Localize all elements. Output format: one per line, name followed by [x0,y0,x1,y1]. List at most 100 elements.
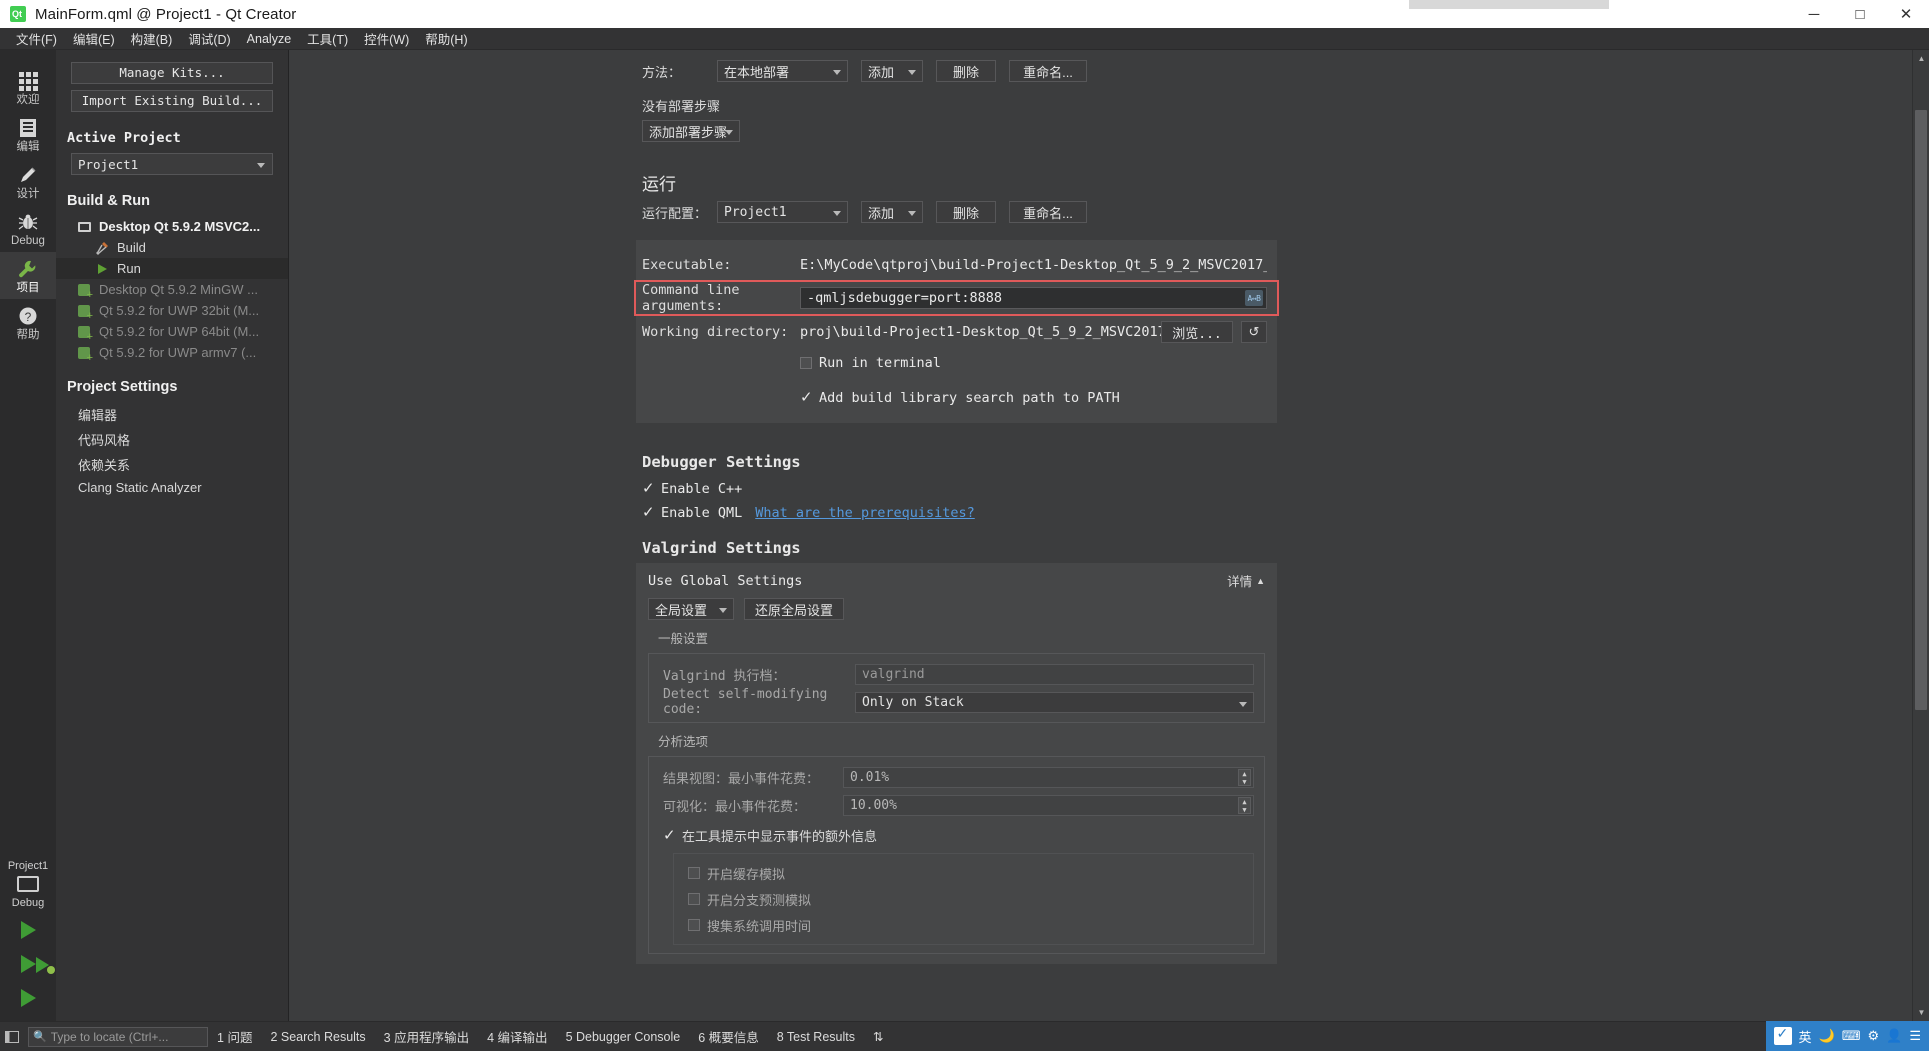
mode-edit[interactable]: 编辑 [0,111,56,158]
settings-icon[interactable]: ☰ [1909,1028,1921,1044]
scroll-up-icon[interactable]: ▲ [1913,50,1929,67]
menu-edit[interactable]: 编辑(E) [65,27,123,50]
detect-smc-combo[interactable]: Only on Stack [855,691,1254,713]
import-existing-build-button[interactable]: Import Existing Build... [71,90,273,112]
cache-simulation-row[interactable]: 开启缓存模拟 [688,862,1243,884]
menu-build[interactable]: 构建(B) [123,27,181,50]
tooltip-extra-info-checkbox[interactable] [663,826,676,844]
run-in-terminal-checkbox[interactable] [800,357,812,369]
reset-icon[interactable]: ↺ [1241,321,1267,343]
run-button[interactable] [20,921,36,939]
sidebar-kit-mingw[interactable]: Desktop Qt 5.9.2 MinGW ... [56,279,288,301]
run-rename-button[interactable]: 重命名... [1009,201,1087,223]
menu-analyze[interactable]: Analyze [239,30,299,48]
run-add-button[interactable]: 添加 [861,201,923,223]
maximize-button[interactable]: □ [1837,0,1883,28]
menu-help[interactable]: 帮助(H) [417,27,475,50]
sidebar-kit-uwparmv7-label: Qt 5.9.2 for UWP armv7 (... [99,345,257,360]
monitor-icon[interactable] [17,876,39,892]
menu-tools[interactable]: 工具(T) [299,27,356,50]
sidebar-item-code-style[interactable]: 代码风格 [56,427,288,452]
restore-global-settings-button[interactable]: 还原全局设置 [744,598,845,620]
output-pane-problems[interactable]: 1 问题 [208,1027,261,1046]
build-button[interactable] [20,989,36,1007]
output-pane-test-results[interactable]: 8 Test Results [768,1030,864,1044]
branch-prediction-row[interactable]: 开启分支预测模拟 [688,888,1243,910]
spinner-arrows-icon[interactable]: ▲ ▼ [1238,768,1251,786]
browse-button[interactable]: 浏览... [1161,321,1233,343]
moon-icon[interactable]: 🌙 [1819,1028,1835,1044]
sidebar-item-run[interactable]: Run [56,258,288,279]
add-build-library-path-checkbox[interactable] [800,388,813,406]
sidebar-item-build[interactable]: Build [56,237,288,258]
deploy-rename-button[interactable]: 重命名... [1009,60,1087,82]
locator-input[interactable]: 🔍 Type to locate (Ctrl+... [28,1026,208,1047]
valgrind-details-toggle[interactable]: 详情 ▲ [1227,571,1265,590]
menu-file[interactable]: 文件(F) [8,27,65,50]
variable-chooser-icon[interactable]: A↔B [1245,290,1263,306]
sidebar-item-editor[interactable]: 编辑器 [56,402,288,427]
keyboard-icon[interactable]: ⌨ [1842,1028,1861,1044]
mode-projects[interactable]: 项目 [0,252,56,299]
sidebar-item-clang-static-analyzer[interactable]: Clang Static Analyzer [56,477,288,498]
menu-debug[interactable]: 调试(D) [180,27,238,50]
run-add-label: 添加 [868,205,895,221]
ime-label[interactable]: 英 [1799,1027,1812,1046]
enable-cpp-row[interactable]: Enable C++ [642,479,1912,497]
enable-qml-checkbox[interactable] [642,503,655,521]
syscall-time-row[interactable]: 搜集系统调用时间 [688,914,1243,936]
branch-prediction-checkbox[interactable] [688,893,700,905]
output-pane-debugger-console[interactable]: 5 Debugger Console [557,1030,690,1044]
sidebar-kit-uwparmv7[interactable]: Qt 5.9.2 for UWP armv7 (... [56,342,288,364]
qt-icon [10,6,26,22]
mode-help[interactable]: ? 帮助 [0,299,56,346]
cache-simulation-checkbox[interactable] [688,867,700,879]
chevron-down-icon [257,163,265,168]
mode-welcome[interactable]: 欢迎 [0,64,56,111]
manage-kits-button[interactable]: Manage Kits... [71,62,273,84]
valgrind-executable-input[interactable]: valgrind [855,663,1254,685]
enable-qml-row[interactable]: Enable QML What are the prerequisites? [642,503,1912,521]
add-deploy-step-button[interactable]: 添加部署步骤 [642,120,740,142]
mode-debug[interactable]: Debug [0,205,56,252]
deploy-add-button[interactable]: 添加 [861,60,923,82]
scrollbar-thumb[interactable] [1915,110,1927,710]
run-config-combo[interactable]: Project1 [717,201,848,223]
run-in-terminal-row[interactable]: Run in terminal [636,350,1277,376]
output-pane-more-icon[interactable]: ⇅ [864,1029,892,1044]
menu-window[interactable]: 控件(W) [356,27,417,50]
spinner-arrows-icon[interactable]: ▲ ▼ [1238,796,1251,814]
mode-design[interactable]: 设计 [0,158,56,205]
visualize-min-cost-spinner[interactable]: 10.00% ▲ ▼ [843,794,1254,816]
enable-cpp-checkbox[interactable] [642,479,655,497]
chevron-down-icon [908,211,916,216]
result-view-min-cost-spinner[interactable]: 0.01% ▲ ▼ [843,766,1254,788]
debug-run-button[interactable] [20,955,55,974]
tools-icon[interactable]: ⚙ [1868,1028,1880,1044]
user-icon[interactable]: 👤 [1886,1028,1902,1044]
sidebar-toggle-icon[interactable] [0,1030,24,1043]
sidebar-kit-uwp32[interactable]: Qt 5.9.2 for UWP 32bit (M... [56,300,288,322]
valgrind-scope-combo[interactable]: 全局设置 [648,598,734,620]
active-project-combo[interactable]: Project1 [71,153,273,175]
tooltip-extra-info-row[interactable]: 在工具提示中显示事件的额外信息 [663,826,1254,845]
main-vertical-scrollbar[interactable]: ▲ ▼ [1912,50,1929,1021]
run-remove-button[interactable]: 删除 [936,201,996,223]
output-pane-compile-output[interactable]: 4 编译输出 [478,1027,556,1046]
sidebar-item-dependencies[interactable]: 依赖关系 [56,452,288,477]
close-button[interactable]: ✕ [1883,0,1929,28]
add-build-library-path-row[interactable]: Add build library search path to PATH [636,385,1277,411]
output-pane-app-output[interactable]: 3 应用程序输出 [375,1027,478,1046]
command-line-arguments-input[interactable]: -qmljsdebugger=port:8888 A↔B [800,287,1267,309]
deploy-method-combo[interactable]: 在本地部署 [717,60,848,82]
output-pane-search-results[interactable]: 2 Search Results [261,1030,374,1044]
tray-check-icon[interactable] [1773,1025,1792,1045]
sidebar-kit-uwp64[interactable]: Qt 5.9.2 for UWP 64bit (M... [56,321,288,343]
scroll-down-icon[interactable]: ▼ [1913,1004,1929,1021]
output-pane-general-messages[interactable]: 6 概要信息 [689,1027,767,1046]
prerequisites-link[interactable]: What are the prerequisites? [755,505,974,521]
deploy-remove-button[interactable]: 删除 [936,60,996,82]
minimize-button[interactable]: ─ [1791,0,1837,28]
syscall-time-checkbox[interactable] [688,919,700,931]
sidebar-kit-desktop-msvc[interactable]: Desktop Qt 5.9.2 MSVC2... [56,216,288,237]
